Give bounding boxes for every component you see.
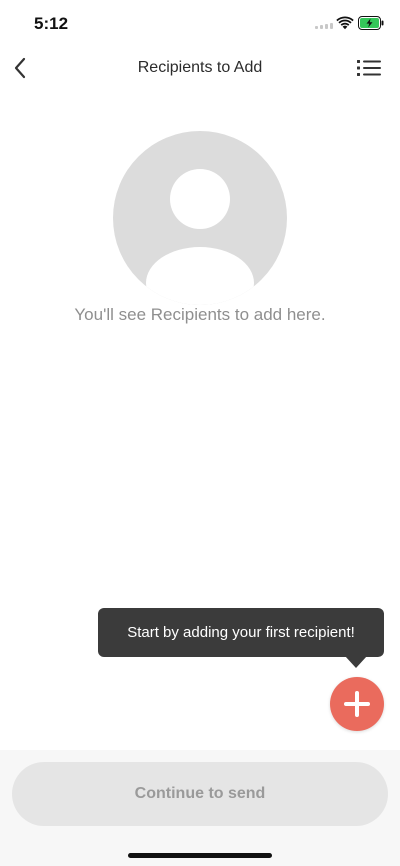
- tooltip-text: Start by adding your first recipient!: [127, 624, 355, 641]
- continue-to-send-button[interactable]: Continue to send: [12, 762, 388, 826]
- plus-icon: [344, 691, 370, 717]
- home-indicator[interactable]: [128, 853, 272, 858]
- person-placeholder-icon: [113, 131, 287, 305]
- footer: Continue to send: [0, 750, 400, 866]
- status-time: 5:12: [34, 14, 69, 33]
- battery-charging-icon: [358, 16, 384, 30]
- add-recipient-button[interactable]: [330, 677, 384, 731]
- tooltip-arrow: [345, 656, 367, 668]
- onboarding-tooltip: Start by adding your first recipient!: [98, 608, 384, 657]
- signal-icon: [315, 23, 333, 29]
- wifi-icon: [336, 16, 354, 30]
- page-title: Recipients to Add: [137, 59, 263, 76]
- status-bar: 5:12: [0, 0, 400, 48]
- nav-bar: Recipients to Add: [0, 48, 400, 88]
- list-view-button[interactable]: [354, 54, 384, 82]
- empty-state-message: You'll see Recipients to add here.: [74, 305, 326, 324]
- list-icon: [357, 60, 381, 76]
